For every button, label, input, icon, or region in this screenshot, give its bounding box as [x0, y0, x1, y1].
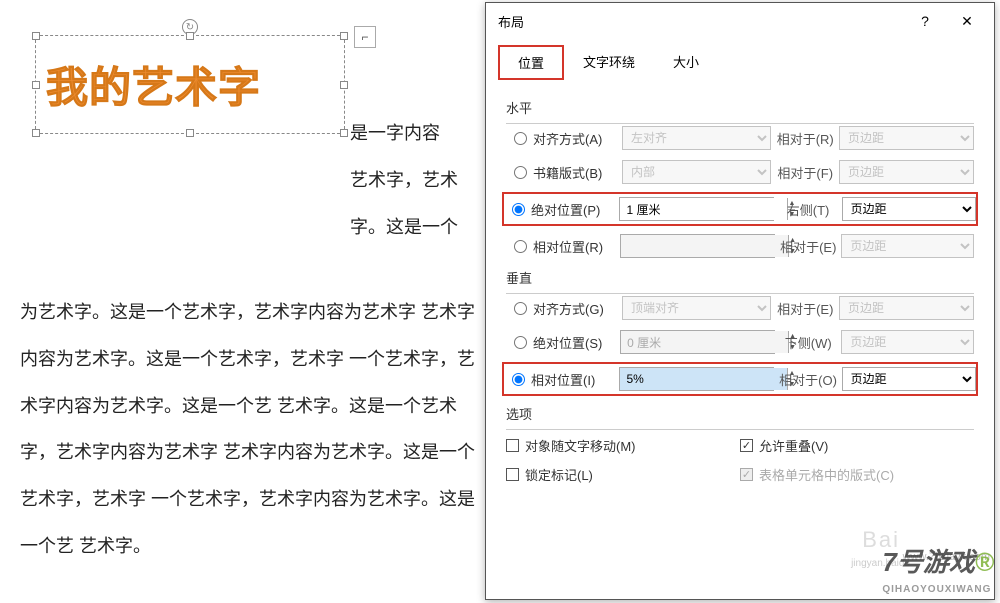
select-h-abs-ref[interactable]: 页边距 [842, 197, 976, 221]
resize-handle[interactable] [32, 32, 40, 40]
watermark-baidu: Bai [862, 527, 900, 553]
radio-v-abs[interactable]: 绝对位置(S) [506, 333, 620, 352]
radio-v-align[interactable]: 对齐方式(G) [506, 299, 622, 318]
radio-h-book[interactable]: 书籍版式(B) [506, 163, 622, 182]
label-v-align-rel: 相对于(E) [771, 299, 839, 318]
layout-dialog: 布局 ? ✕ 位置 文字环绕 大小 水平 对齐方式(A) 左对齐 相对于(R) … [485, 2, 995, 600]
checkbox-lock-anchor[interactable]: 锁定标记(L) [506, 465, 740, 484]
label-h-align-rel: 相对于(R) [771, 129, 839, 148]
label-h-abs-rel: 右侧(T) [774, 200, 841, 219]
document-canvas: ↻ 我的艺术字 ⌐ 是一字内容 艺术字，艺术 字。这是一个 为艺术字。这是一个艺… [0, 0, 485, 603]
resize-handle[interactable] [32, 81, 40, 89]
select-h-align-ref: 页边距 [839, 126, 974, 150]
row-h-rel: 相对位置(R) ▲▼ 相对于(E) 页边距 [506, 232, 974, 260]
wordart-text[interactable]: 我的艺术字 [46, 54, 334, 115]
radio-h-abs[interactable]: 绝对位置(P) [504, 200, 619, 219]
section-options-label: 选项 [506, 404, 974, 423]
resize-handle[interactable] [340, 32, 348, 40]
select-h-align-value: 左对齐 [622, 126, 771, 150]
dialog-title: 布局 [498, 12, 524, 31]
wordart-selection-box[interactable]: ↻ 我的艺术字 ⌐ [35, 35, 345, 134]
text-line: 艺术字，艺术 [350, 157, 490, 204]
tab-size[interactable]: 大小 [654, 45, 718, 80]
help-button[interactable]: ? [910, 9, 940, 33]
tab-position[interactable]: 位置 [498, 45, 564, 80]
close-button[interactable]: ✕ [952, 9, 982, 33]
checkbox-cell-layout: ✓表格单元格中的版式(C) [740, 465, 974, 484]
row-h-abs: 绝对位置(P) ▲▼ 右侧(T) 页边距 [502, 192, 978, 226]
resize-handle[interactable] [340, 129, 348, 137]
watermark-url: www.7hxiayx.com [903, 551, 990, 563]
row-v-rel: 相对位置(I) ▲▼ 相对于(O) 页边距 [502, 362, 978, 396]
select-h-rel-ref: 页边距 [841, 234, 974, 258]
body-text: 为艺术字。这是一个艺术字，艺术字内容为艺术字 艺术字内容为艺术字。这是一个艺术字… [20, 289, 475, 570]
dialog-titlebar: 布局 ? ✕ [486, 3, 994, 39]
tab-text-wrap[interactable]: 文字环绕 [564, 45, 654, 80]
radio-h-rel[interactable]: 相对位置(R) [506, 237, 620, 256]
section-vertical-label: 垂直 [506, 268, 974, 287]
spinner-v-abs[interactable]: ▲▼ [620, 330, 775, 354]
text-line: 是一字内容 [350, 110, 490, 157]
label-v-abs-rel: 下侧(W) [775, 333, 841, 352]
checkbox-move-with-text[interactable]: 对象随文字移动(M) [506, 436, 740, 455]
spinner-h-rel[interactable]: ▲▼ [620, 234, 775, 258]
row-v-abs: 绝对位置(S) ▲▼ 下侧(W) 页边距 [506, 328, 974, 356]
select-v-align-ref: 页边距 [839, 296, 974, 320]
row-h-align: 对齐方式(A) 左对齐 相对于(R) 页边距 [506, 124, 974, 152]
spinner-v-rel[interactable]: ▲▼ [619, 367, 774, 391]
section-horizontal-label: 水平 [506, 98, 974, 117]
resize-handle[interactable] [186, 129, 194, 137]
select-h-book-ref: 页边距 [839, 160, 974, 184]
label-h-rel-rel: 相对于(E) [775, 237, 841, 256]
tabs: 位置 文字环绕 大小 [486, 39, 994, 80]
radio-h-align[interactable]: 对齐方式(A) [506, 129, 622, 148]
resize-handle[interactable] [32, 129, 40, 137]
resize-handle[interactable] [340, 81, 348, 89]
radio-v-rel[interactable]: 相对位置(I) [504, 370, 619, 389]
checkbox-allow-overlap[interactable]: ✓允许重叠(V) [740, 436, 974, 455]
label-h-book-rel: 相对于(F) [771, 163, 839, 182]
select-v-align-value: 顶端对齐 [622, 296, 771, 320]
label-v-rel-rel: 相对于(O) [774, 370, 841, 389]
wordart-container: ↻ 我的艺术字 ⌐ [20, 20, 475, 119]
resize-handle[interactable] [186, 32, 194, 40]
select-v-abs-ref: 页边距 [841, 330, 974, 354]
select-h-book-value: 内部 [622, 160, 771, 184]
row-v-align: 对齐方式(G) 顶端对齐 相对于(E) 页边距 [506, 294, 974, 322]
watermark-baidu-sub: jingyan.baidu [851, 558, 910, 569]
text-line: 字。这是一个 [350, 204, 490, 251]
select-v-rel-ref[interactable]: 页边距 [842, 367, 976, 391]
row-h-book: 书籍版式(B) 内部 相对于(F) 页边距 [506, 158, 974, 186]
spinner-h-abs[interactable]: ▲▼ [619, 197, 774, 221]
layout-options-icon[interactable]: ⌐ [354, 26, 376, 48]
body-text-side: 是一字内容 艺术字，艺术 字。这是一个 [350, 110, 490, 250]
